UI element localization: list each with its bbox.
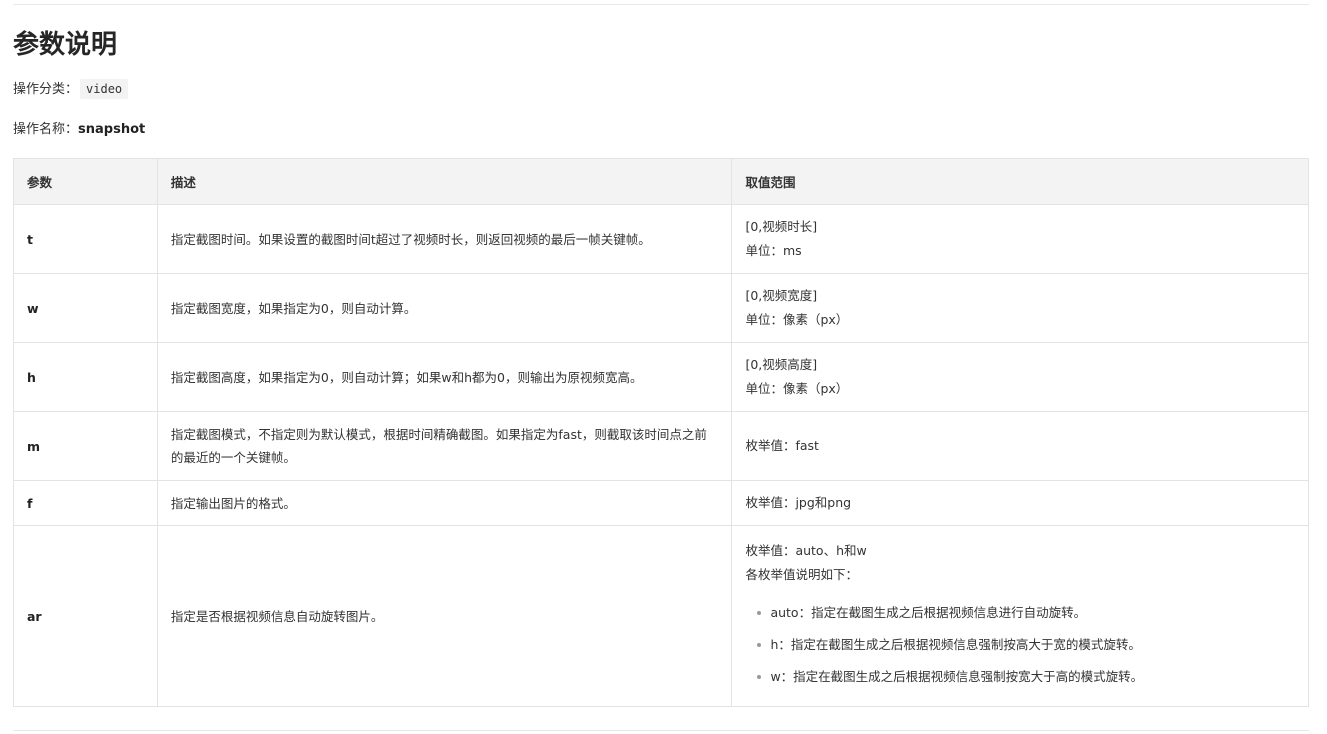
desc-cell: 指定输出图片的格式。: [156, 480, 733, 526]
param-cell: t: [13, 204, 158, 274]
param-cell: ar: [13, 525, 158, 707]
range-line: 单位：像素（px）: [745, 381, 849, 396]
param-cell: m: [13, 411, 158, 481]
table-header-row: 参数 描述 取值范围: [13, 158, 1309, 205]
range-line: [0,视频高度]: [745, 357, 818, 372]
header-range: 取值范围: [731, 158, 1309, 205]
desc-text: 指定截图高度，如果指定为0，则自动计算；如果w和h都为0，则输出为原视频宽高。: [170, 369, 643, 385]
desc-cell: 指定截图时间。如果设置的截图时间t超过了视频时长，则返回视频的最后一帧关键帧。: [156, 204, 733, 274]
range-line: 枚举值：auto、h和w: [745, 543, 867, 558]
section-heading: 参数说明: [13, 30, 118, 60]
table-row: m 指定截图模式，不指定则为默认模式，根据时间精确截图。如果指定为fast，则截…: [13, 411, 1309, 481]
operation-category: 操作分类： video: [13, 79, 129, 100]
desc-text: 指定截图模式，不指定则为默认模式，根据时间精确截图。如果指定为fast，则截取该…: [170, 427, 707, 465]
range-line: 单位：ms: [745, 243, 802, 258]
range-cell: [0,视频时长] 单位：ms: [731, 204, 1309, 274]
table-row: ar 指定是否根据视频信息自动旋转图片。 枚举值：auto、h和w 各枚举值说明…: [13, 525, 1309, 707]
operation-category-code: video: [80, 79, 129, 99]
range-line: [0,视频时长]: [745, 219, 818, 234]
desc-cell: 指定截图宽度，如果指定为0，则自动计算。: [156, 273, 733, 343]
enum-bullet-list: auto：指定在截图生成之后根据视频信息进行自动旋转。 h：指定在截图生成之后根…: [745, 597, 1295, 693]
bottom-divider: [13, 730, 1309, 731]
desc-text: 指定截图时间。如果设置的截图时间t超过了视频时长，则返回视频的最后一帧关键帧。: [170, 231, 651, 247]
param-cell: h: [13, 342, 158, 412]
list-item: w：指定在截图生成之后根据视频信息强制按宽大于高的模式旋转。: [757, 661, 1295, 693]
range-cell: [0,视频宽度] 单位：像素（px）: [731, 273, 1309, 343]
range-line: 各枚举值说明如下：: [745, 567, 858, 582]
range-cell: 枚举值：jpg和png: [731, 480, 1309, 526]
range-line: 枚举值：jpg和png: [745, 495, 852, 510]
operation-category-label: 操作分类：: [13, 82, 79, 97]
range-cell: 枚举值：fast: [731, 411, 1309, 481]
header-desc: 描述: [156, 158, 733, 205]
desc-text: 指定是否根据视频信息自动旋转图片。: [170, 608, 384, 624]
range-cell: [0,视频高度] 单位：像素（px）: [731, 342, 1309, 412]
range-cell: 枚举值：auto、h和w 各枚举值说明如下： auto：指定在截图生成之后根据视…: [731, 525, 1309, 707]
desc-cell: 指定截图模式，不指定则为默认模式，根据时间精确截图。如果指定为fast，则截取该…: [156, 411, 733, 481]
table-row: t 指定截图时间。如果设置的截图时间t超过了视频时长，则返回视频的最后一帧关键帧…: [13, 204, 1309, 274]
table-row: f 指定输出图片的格式。 枚举值：jpg和png: [13, 480, 1309, 526]
list-item: h：指定在截图生成之后根据视频信息强制按高大于宽的模式旋转。: [757, 629, 1295, 661]
table-row: h 指定截图高度，如果指定为0，则自动计算；如果w和h都为0，则输出为原视频宽高…: [13, 342, 1309, 412]
operation-name-label: 操作名称：: [13, 122, 79, 137]
param-cell: w: [13, 273, 158, 343]
desc-text: 指定截图宽度，如果指定为0，则自动计算。: [170, 300, 417, 316]
doc-page: 参数说明 操作分类： video 操作名称：snapshot 参数 描述 取值范围…: [0, 0, 1327, 734]
header-param: 参数: [13, 158, 158, 205]
range-line: 枚举值：fast: [745, 438, 819, 453]
list-item: auto：指定在截图生成之后根据视频信息进行自动旋转。: [757, 597, 1295, 629]
range-line: 单位：像素（px）: [745, 312, 849, 327]
operation-name: 操作名称：snapshot: [13, 120, 145, 140]
desc-text: 指定输出图片的格式。: [170, 495, 296, 511]
range-line: [0,视频宽度]: [745, 288, 818, 303]
top-divider: [13, 4, 1309, 5]
param-cell: f: [13, 480, 158, 526]
table-row: w 指定截图宽度，如果指定为0，则自动计算。 [0,视频宽度] 单位：像素（px…: [13, 273, 1309, 343]
desc-cell: 指定截图高度，如果指定为0，则自动计算；如果w和h都为0，则输出为原视频宽高。: [156, 342, 733, 412]
params-table: 参数 描述 取值范围 t 指定截图时间。如果设置的截图时间t超过了视频时长，则返…: [13, 158, 1309, 707]
desc-cell: 指定是否根据视频信息自动旋转图片。: [156, 525, 733, 707]
operation-name-value: snapshot: [78, 122, 146, 137]
